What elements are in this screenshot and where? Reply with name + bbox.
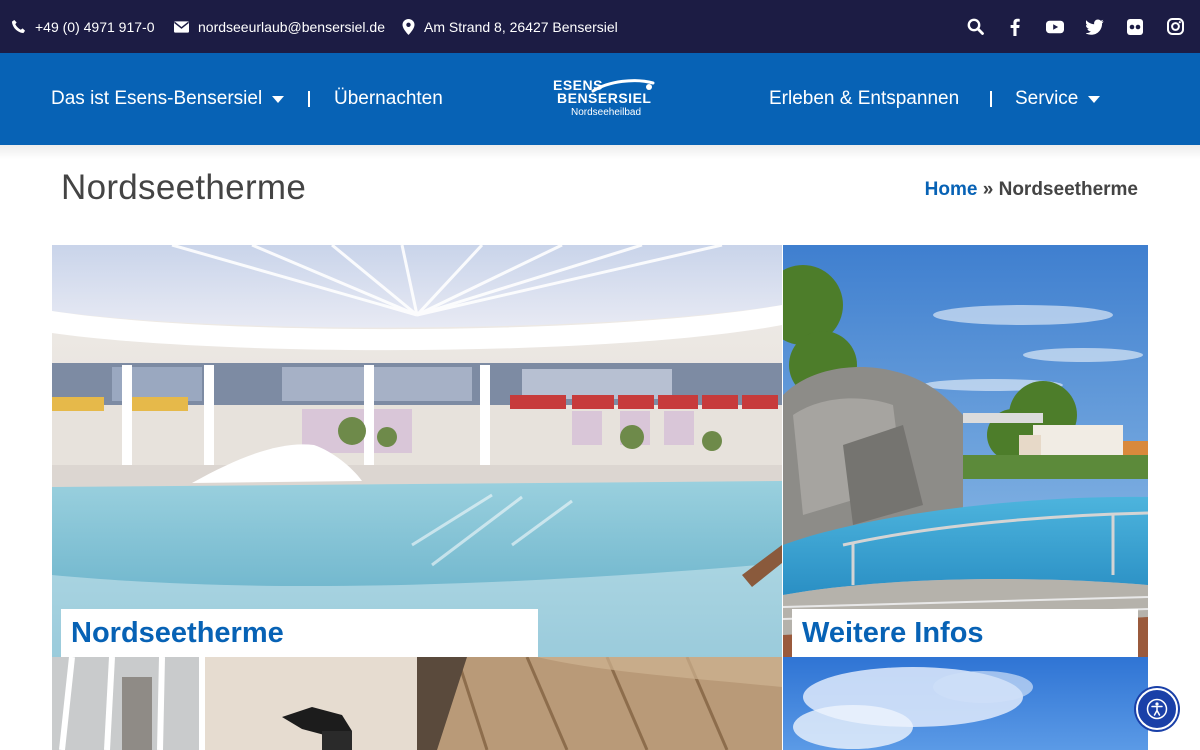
fitness-room-image [52,657,417,750]
email-address: nordseeurlaub@bensersiel.de [198,18,385,35]
flickr-icon[interactable] [1126,18,1144,36]
address-contact[interactable]: Am Strand 8, 26427 Bensersiel [402,0,618,53]
social-links [966,0,1184,53]
nav-item-das-ist-esens-bensersiel[interactable]: Das ist Esens-Bensersiel [51,53,285,145]
tile-label: Nordseetherme [61,609,538,657]
instagram-icon[interactable] [1166,18,1184,36]
nav-divider [308,91,310,107]
phone-icon [11,19,26,34]
tile-sky[interactable] [783,657,1148,750]
nav-item-label: Service [1015,88,1079,109]
caret-down-icon [272,95,285,103]
caret-down-icon [1088,95,1101,103]
envelope-icon [174,20,189,33]
phone-contact[interactable]: +49 (0) 4971 917-0 [11,0,154,53]
nav-item-label: Das ist Esens-Bensersiel [51,88,263,109]
street-address: Am Strand 8, 26427 Bensersiel [424,18,618,35]
nav-item-uebernachten[interactable]: Übernachten [334,53,443,145]
map-marker-icon [402,18,415,35]
tile-label: Weitere Infos [792,609,1138,657]
header-shadow [0,145,1200,159]
page-title: Nordseetherme [61,168,307,207]
indoor-pool-image [52,245,782,657]
nav-divider [990,91,992,107]
breadcrumb-home-link[interactable]: Home [925,179,978,200]
nav-item-service[interactable]: Service [1015,53,1101,145]
accessibility-icon [1146,698,1168,720]
main-navigation: Das ist Esens-Bensersiel Übernachten ESE… [0,53,1200,145]
tile-nordseetherme[interactable]: Nordseetherme [52,245,782,657]
nav-item-label: Erleben & Entspannen [769,88,960,109]
sauna-wood-image [417,657,782,750]
breadcrumb-separator: » [982,179,994,200]
youtube-icon[interactable] [1046,18,1064,36]
outdoor-pool-image [783,245,1148,657]
top-contact-bar: +49 (0) 4971 917-0 nordseeurlaub@bensers… [0,0,1200,53]
breadcrumb: Home » Nordseetherme [925,179,1138,201]
tile-weitere-infos[interactable]: Weitere Infos [783,245,1148,657]
tile-fitness[interactable] [52,657,417,750]
sky-image [783,657,1148,750]
twitter-icon[interactable] [1086,18,1104,36]
accessibility-button[interactable] [1136,688,1178,730]
logo-text-line3: Nordseeheilbad [571,107,642,118]
site-logo[interactable]: ESENS BENSERSIEL Nordseeheilbad [553,77,663,123]
email-contact[interactable]: nordseeurlaub@bensersiel.de [174,0,385,53]
facebook-icon[interactable] [1006,18,1024,36]
nav-item-erleben-entspannen[interactable]: Erleben & Entspannen [769,53,959,145]
search-icon[interactable] [966,18,984,36]
breadcrumb-current: Nordseetherme [998,179,1138,200]
nav-item-label: Übernachten [334,88,443,109]
logo-text-line2: BENSERSIEL [557,90,652,106]
phone-number: +49 (0) 4971 917-0 [35,18,155,35]
tile-sauna[interactable] [417,657,782,750]
